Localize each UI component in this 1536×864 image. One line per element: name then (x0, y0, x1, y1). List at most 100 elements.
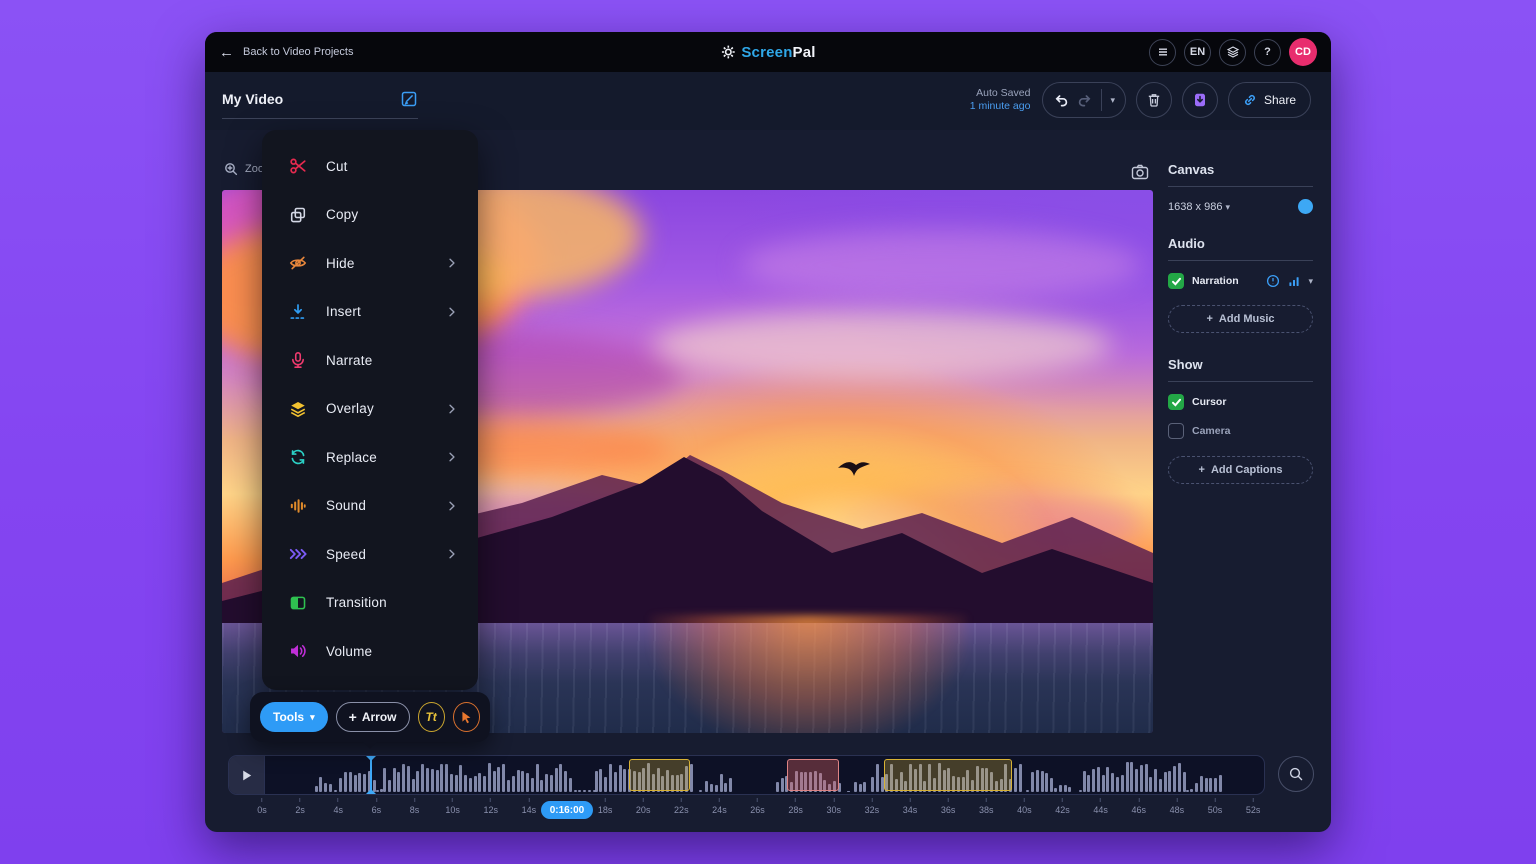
chevron-right-icon (446, 451, 458, 463)
share-button[interactable]: Share (1228, 82, 1311, 118)
menu-item-narrate[interactable]: Narrate (262, 336, 478, 385)
narration-caret[interactable]: ▾ (1308, 276, 1313, 287)
cursor-arrow-icon (459, 710, 473, 724)
timeline-highlight-region[interactable] (884, 759, 1012, 791)
layers-stack-icon (1226, 45, 1240, 59)
narration-label: Narration (1192, 275, 1239, 287)
insert-icon (288, 302, 308, 322)
chevron-right-icon (446, 548, 458, 560)
logo-gear-icon (720, 44, 736, 60)
clip-context-menu: Cut Copy Hide Insert (262, 130, 478, 690)
menu-item-label: Cut (326, 159, 348, 174)
tick-label: 22s (674, 798, 689, 815)
play-button[interactable] (229, 756, 265, 794)
plus-icon: + (1206, 313, 1212, 325)
tick-label: 36s (941, 798, 956, 815)
autosave-status: Auto Saved 1 minute ago (970, 87, 1031, 113)
menu-item-cut[interactable]: Cut (262, 142, 478, 191)
narration-alert-icon[interactable] (1266, 274, 1280, 288)
camera-checkbox[interactable] (1168, 423, 1184, 439)
menu-item-transition[interactable]: Transition (262, 579, 478, 628)
tick-label: 42s (1055, 798, 1070, 815)
cursor-tool-button[interactable] (453, 702, 480, 732)
tick-label: 20s (636, 798, 651, 815)
canvas-size-dropdown[interactable]: 1638 x 986 ▾ (1168, 201, 1230, 213)
language-button[interactable]: EN (1184, 39, 1211, 66)
menu-item-hide[interactable]: Hide (262, 239, 478, 288)
tick-label: 38s (979, 798, 994, 815)
tick-label: 28s (788, 798, 803, 815)
timeline-highlight-region[interactable] (629, 759, 690, 791)
snapshot-camera-icon[interactable] (1130, 162, 1150, 182)
text-tool-button[interactable]: Tt (418, 702, 445, 732)
audio-heading: Audio (1168, 236, 1313, 251)
back-label: Back to Video Projects (243, 46, 353, 58)
add-music-button[interactable]: +Add Music (1168, 305, 1313, 333)
plus-icon: + (349, 709, 357, 725)
canvas-color-dot[interactable] (1298, 199, 1313, 214)
integrations-button[interactable] (1219, 39, 1246, 66)
link-icon (1243, 93, 1257, 107)
properties-sidebar: Canvas 1638 x 986 ▾ Audio Narration ▾ (1168, 162, 1313, 484)
menu-item-speed[interactable]: Speed (262, 530, 478, 579)
menu-item-volume[interactable]: Volume (262, 627, 478, 676)
audio-waveform (229, 756, 1264, 794)
undo-button[interactable] (1053, 92, 1069, 108)
camera-label: Camera (1192, 425, 1231, 437)
main-menu-button[interactable] (1149, 39, 1176, 66)
rename-icon[interactable] (400, 90, 418, 108)
user-avatar[interactable]: CD (1289, 38, 1317, 66)
tick-label: 40s (1017, 798, 1032, 815)
chevron-right-icon (446, 257, 458, 269)
cursor-label: Cursor (1192, 396, 1226, 408)
menu-item-label: Hide (326, 256, 355, 271)
scissors-icon (288, 156, 308, 176)
tools-toolbar: Tools▾ +Arrow Tt (250, 692, 490, 742)
tick-label: 32s (865, 798, 880, 815)
menu-item-overlay[interactable]: Overlay (262, 385, 478, 434)
hamburger-icon (1156, 45, 1170, 59)
copy-icon (288, 205, 308, 225)
menu-item-label: Replace (326, 450, 377, 465)
add-captions-button[interactable]: +Add Captions (1168, 456, 1313, 484)
transition-icon (288, 593, 308, 613)
playhead[interactable] (370, 756, 372, 794)
cloud-shape (742, 230, 1142, 300)
menu-item-insert[interactable]: Insert (262, 288, 478, 337)
menu-item-copy[interactable]: Copy (262, 191, 478, 240)
menu-item-label: Copy (326, 207, 358, 222)
history-dropdown-caret[interactable]: ▾ (1110, 95, 1115, 106)
menu-item-sound[interactable]: Sound (262, 482, 478, 531)
undo-redo-group: ▾ (1042, 82, 1126, 118)
timeline-highlight-region[interactable] (787, 759, 839, 791)
menu-item-label: Insert (326, 304, 361, 319)
timeline-zoom-button[interactable] (1278, 756, 1314, 792)
menu-item-label: Volume (326, 644, 372, 659)
tick-label: 8s (410, 798, 420, 815)
add-arrow-button[interactable]: +Arrow (336, 702, 410, 732)
tick-label: 10s (445, 798, 460, 815)
project-title: My Video (222, 91, 283, 107)
download-file-icon (1192, 92, 1208, 108)
sound-icon (288, 496, 308, 516)
back-arrow-icon: ← (219, 45, 234, 60)
tick-label: 46s (1131, 798, 1146, 815)
canvas-heading: Canvas (1168, 162, 1313, 177)
tools-dropdown-button[interactable]: Tools▾ (260, 702, 328, 732)
menu-item-replace[interactable]: Replace (262, 433, 478, 482)
zoom-plus-icon (224, 162, 238, 176)
help-button[interactable]: ? (1254, 39, 1281, 66)
timeline-track[interactable] (228, 755, 1265, 795)
layers-icon (288, 399, 308, 419)
timeline-ruler: 0s2s4s6s8s10s12s14s0:16:0018s20s22s24s26… (228, 798, 1265, 828)
redo-button[interactable] (1077, 92, 1093, 108)
tick-label: 48s (1170, 798, 1185, 815)
narration-volume-bars-icon[interactable] (1287, 274, 1301, 288)
back-to-projects-link[interactable]: ← Back to Video Projects (219, 45, 353, 60)
show-heading: Show (1168, 357, 1313, 372)
volume-icon (288, 641, 308, 661)
export-button[interactable] (1182, 82, 1218, 118)
delete-button[interactable] (1136, 82, 1172, 118)
cursor-checkbox[interactable] (1168, 394, 1184, 410)
narration-checkbox[interactable] (1168, 273, 1184, 289)
